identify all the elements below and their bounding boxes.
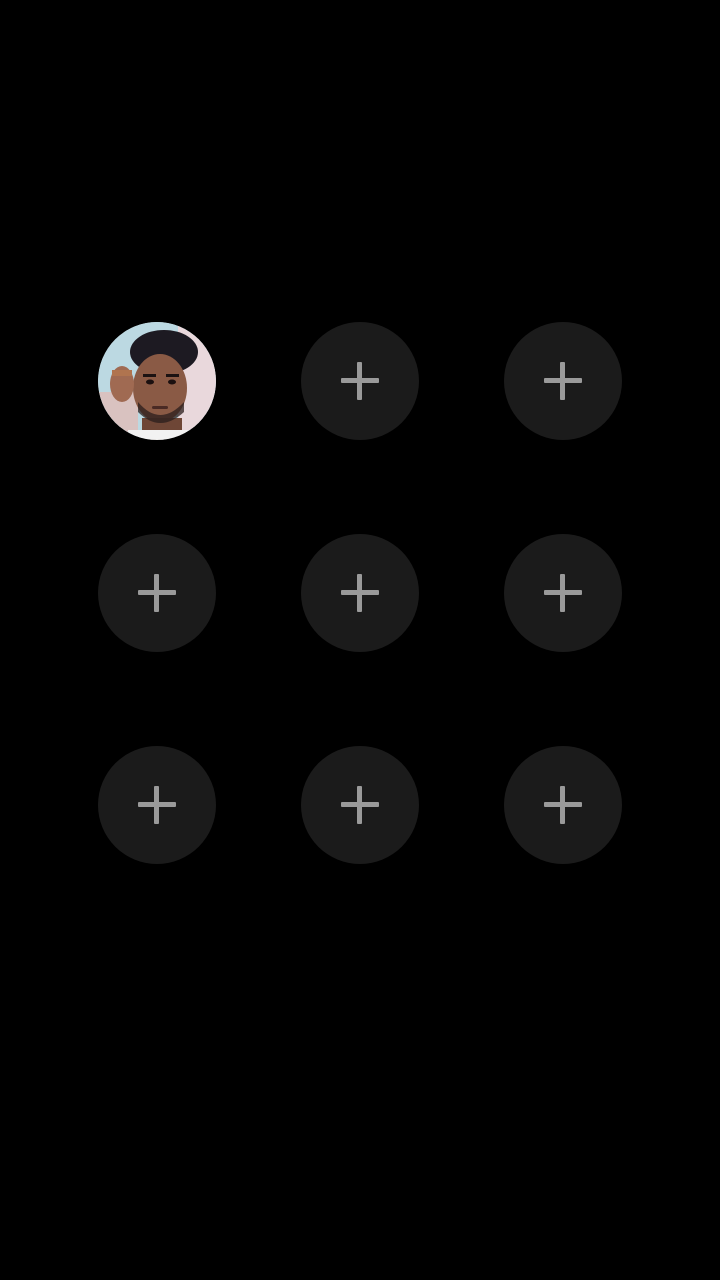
person-avatar: [98, 322, 216, 440]
add-contact-slot[interactable]: [301, 534, 419, 652]
add-contact-slot[interactable]: [301, 746, 419, 864]
add-contact-slot[interactable]: [98, 746, 216, 864]
add-contact-slot[interactable]: [504, 322, 622, 440]
plus-icon: [138, 786, 176, 824]
plus-icon: [544, 362, 582, 400]
add-contact-slot[interactable]: [98, 534, 216, 652]
plus-icon: [341, 786, 379, 824]
plus-icon: [544, 786, 582, 824]
contacts-grid: [98, 322, 622, 864]
add-contact-slot[interactable]: [504, 534, 622, 652]
screen: [0, 0, 720, 1280]
add-contact-slot[interactable]: [301, 322, 419, 440]
add-contact-slot[interactable]: [504, 746, 622, 864]
plus-icon: [138, 574, 176, 612]
plus-icon: [544, 574, 582, 612]
contact-avatar-slot[interactable]: [98, 322, 216, 440]
plus-icon: [341, 362, 379, 400]
plus-icon: [341, 574, 379, 612]
